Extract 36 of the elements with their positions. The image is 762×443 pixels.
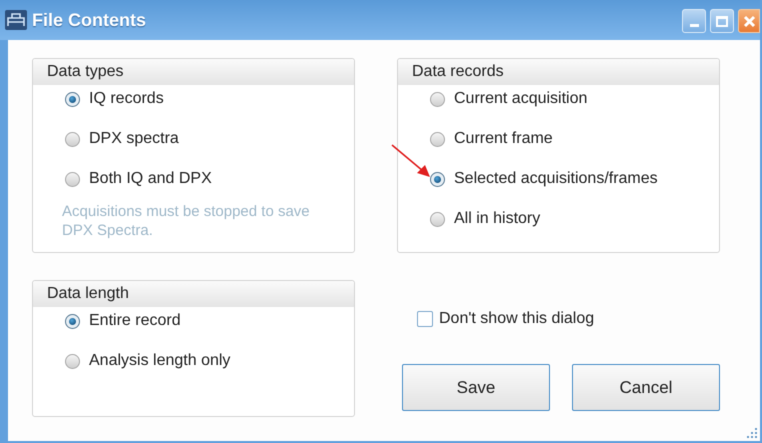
checkbox-label: Don't show this dialog (439, 309, 594, 329)
radio-button[interactable] (430, 212, 445, 226)
radio-label: Both IQ and DPX (89, 169, 212, 189)
maximize-button[interactable] (710, 9, 734, 33)
cancel-button[interactable]: Cancel (572, 364, 720, 411)
radio-button[interactable] (430, 92, 445, 106)
radio-label: All in history (454, 209, 540, 229)
window-title: File Contents (32, 8, 146, 32)
radio-label: IQ records (89, 89, 164, 109)
maximize-icon (716, 16, 728, 26)
minimize-button[interactable] (682, 9, 706, 33)
radio-label: Selected acquisitions/frames (454, 169, 658, 189)
app-icon (4, 9, 28, 31)
radio-label: DPX spectra (89, 129, 179, 149)
hint-text: Acquisitions must be stopped to save DPX Spectra. (62, 202, 311, 240)
radio-button[interactable] (430, 172, 445, 186)
checkbox[interactable] (417, 311, 433, 327)
radio-button[interactable] (65, 354, 80, 368)
annotation-arrow (390, 143, 432, 179)
radio-button[interactable] (65, 92, 80, 106)
close-icon (742, 14, 756, 28)
radio-button[interactable] (65, 172, 80, 186)
close-button[interactable] (738, 9, 760, 33)
resize-grip-icon[interactable] (746, 427, 758, 439)
radio-label: Entire record (89, 311, 181, 331)
group-title: Data types (33, 59, 354, 85)
radio-label: Analysis length only (89, 351, 230, 371)
radio-label: Current frame (454, 129, 553, 149)
radio-label: Current acquisition (454, 89, 588, 109)
group-title: Data length (33, 281, 354, 307)
minimize-icon (690, 24, 698, 27)
save-button[interactable]: Save (402, 364, 550, 411)
radio-button[interactable] (65, 314, 80, 328)
radio-button[interactable] (65, 132, 80, 146)
radio-button[interactable] (430, 132, 445, 146)
group-title: Data records (398, 59, 719, 85)
